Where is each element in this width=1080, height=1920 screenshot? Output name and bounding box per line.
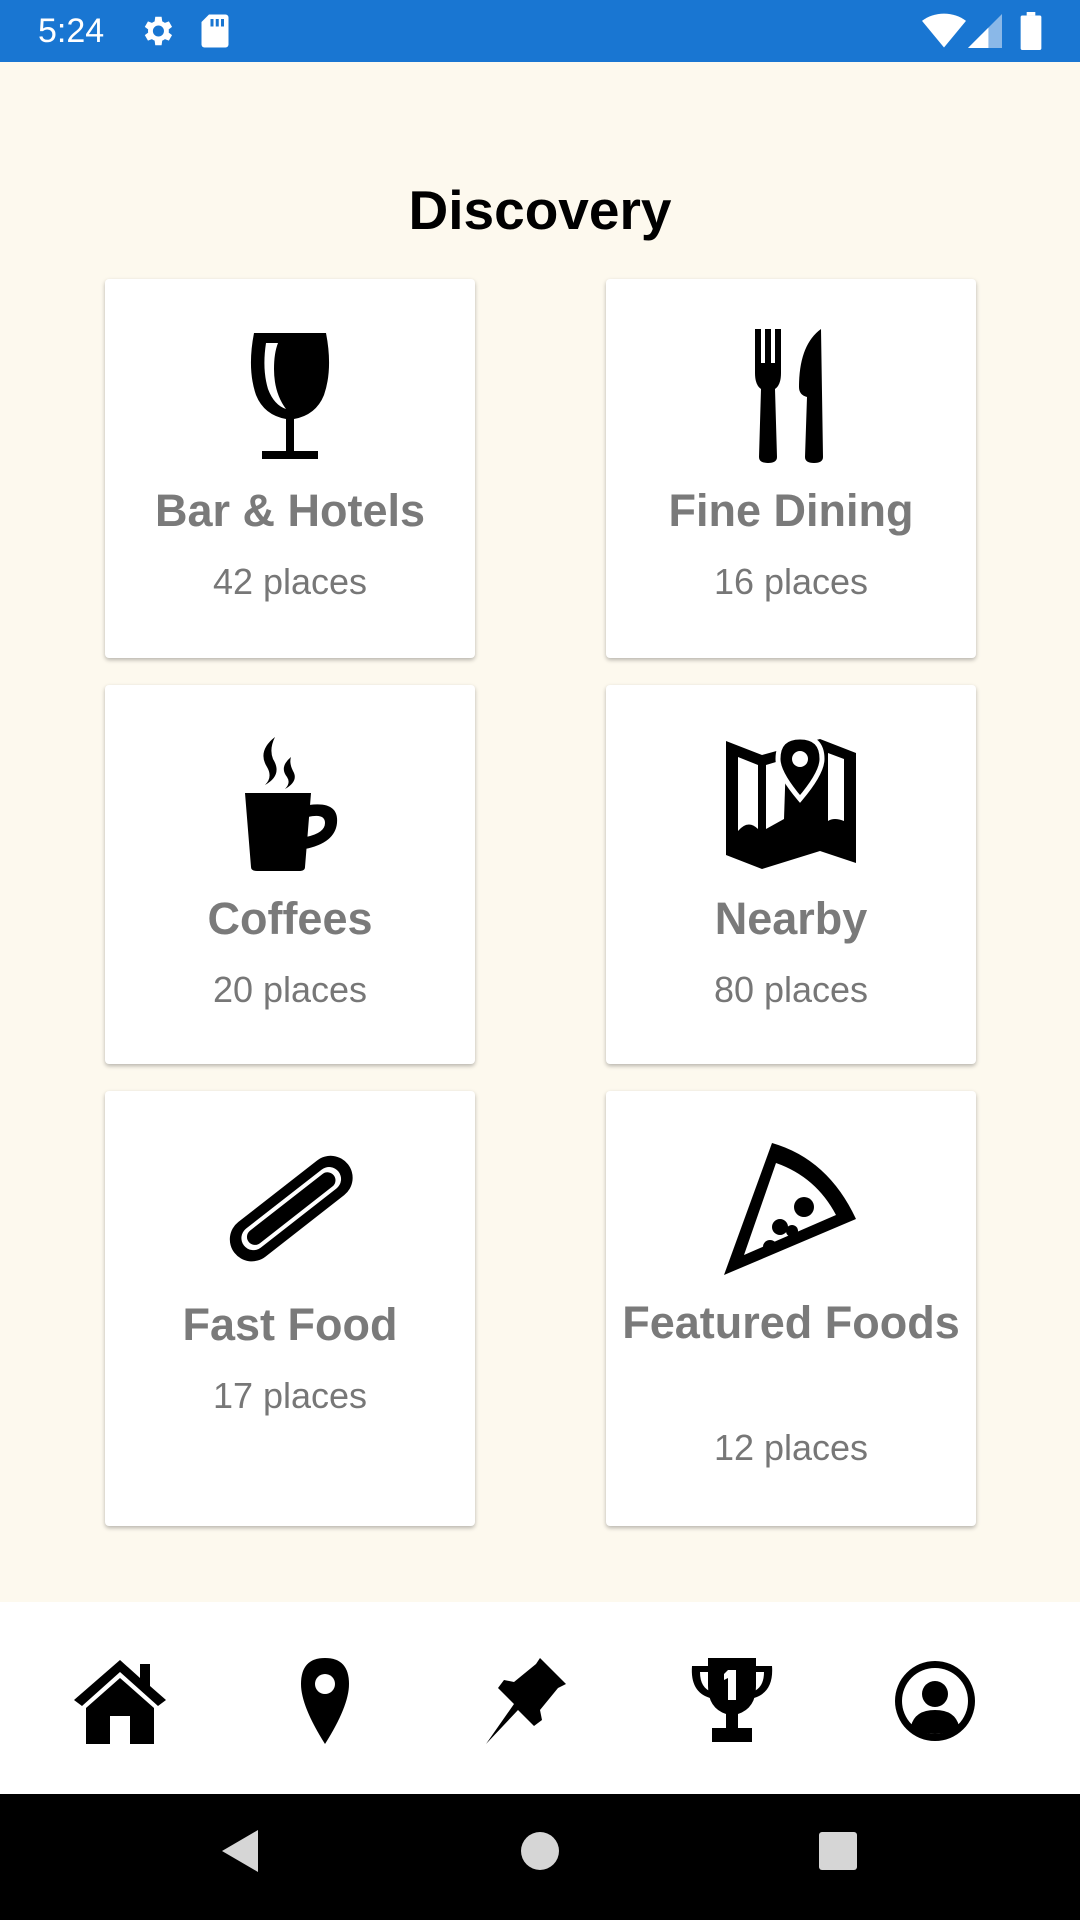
nav-pinned[interactable]: [478, 1656, 578, 1746]
system-navigation-bar: [0, 1794, 1080, 1920]
category-count: 12 places: [713, 1427, 869, 1468]
category-name: Bar & Hotels: [154, 485, 426, 536]
location-pin-icon: [301, 1658, 349, 1744]
category-count: 80 places: [713, 969, 869, 1010]
category-count: 16 places: [713, 561, 869, 602]
home-button[interactable]: [518, 1826, 562, 1876]
wifi-icon: [922, 13, 966, 48]
sd-card-icon: [201, 14, 229, 48]
page-title: Discovery: [408, 179, 672, 241]
pushpin-icon: [486, 1658, 566, 1744]
nav-leaderboard[interactable]: [682, 1656, 782, 1746]
signal-icon: [968, 14, 1002, 48]
battery-icon: [1020, 12, 1042, 50]
fork-knife-icon: [755, 329, 823, 463]
category-card-coffees[interactable]: Coffees 20 places: [105, 685, 475, 1064]
category-card-fine-dining[interactable]: Fine Dining 16 places: [606, 279, 976, 658]
category-name: Nearby: [714, 893, 868, 944]
category-card-featured-foods[interactable]: Featured Foods 12 places: [606, 1091, 976, 1526]
status-bar: 5:24: [0, 0, 1080, 62]
coffee-mug-icon: [245, 737, 338, 871]
category-name: Fine Dining: [668, 485, 914, 536]
bottom-navigation: [0, 1602, 1080, 1794]
nav-profile[interactable]: [885, 1656, 985, 1746]
category-name: Featured Foods: [622, 1297, 960, 1348]
category-name: Coffees: [207, 893, 373, 944]
home-icon: [74, 1660, 166, 1744]
nav-locations[interactable]: [275, 1656, 375, 1746]
trophy-icon: [691, 1658, 773, 1742]
gear-icon: [144, 16, 173, 46]
pizza-slice-icon: [724, 1143, 856, 1275]
wine-glass-icon: [250, 333, 330, 459]
category-count: 20 places: [212, 969, 368, 1010]
category-card-nearby[interactable]: Nearby 80 places: [606, 685, 976, 1064]
back-button[interactable]: [218, 1826, 262, 1876]
profile-icon: [895, 1661, 975, 1741]
category-card-bar-hotels[interactable]: Bar & Hotels 42 places: [105, 279, 475, 658]
category-name: Fast Food: [182, 1299, 398, 1350]
category-card-fast-food[interactable]: Fast Food 17 places: [105, 1091, 475, 1526]
status-time: 5:24: [38, 12, 105, 50]
recents-button[interactable]: [816, 1826, 860, 1876]
hotdog-icon: [229, 1155, 353, 1262]
category-count: 17 places: [212, 1375, 368, 1416]
map-pin-icon: [726, 735, 856, 869]
nav-home[interactable]: [70, 1656, 170, 1746]
category-count: 42 places: [212, 561, 368, 602]
